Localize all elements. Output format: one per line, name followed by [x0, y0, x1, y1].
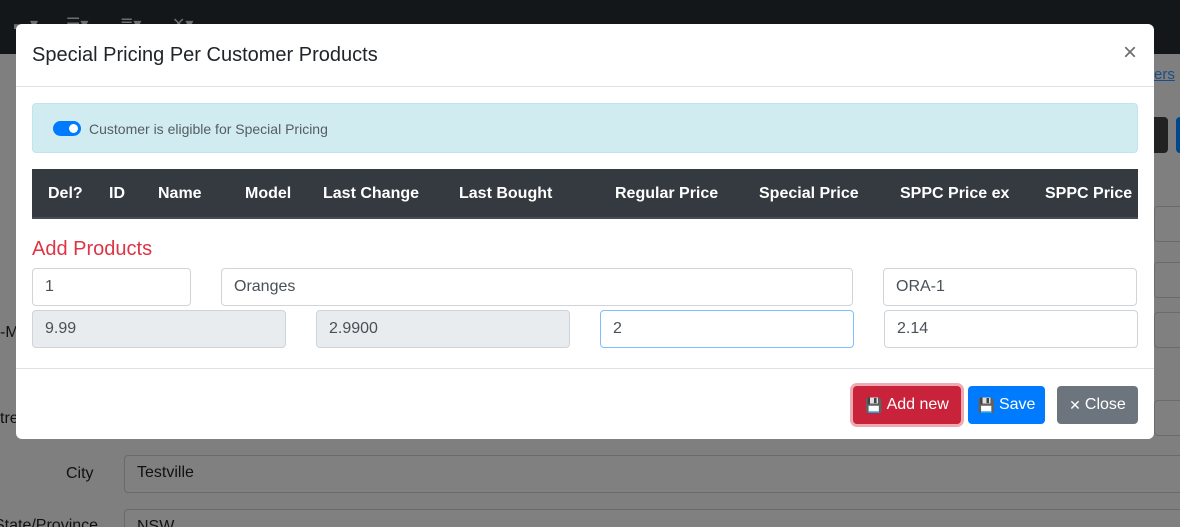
column-header-model[interactable]: Model — [245, 185, 291, 203]
close-button[interactable]: ✕ Close — [1057, 386, 1138, 424]
product-name-input[interactable]: Oranges — [221, 268, 853, 306]
modal-header: Special Pricing Per Customer Products × — [16, 24, 1154, 87]
special-price-input[interactable]: 2 — [600, 310, 854, 348]
column-header-sppc-price-ex[interactable]: SPPC Price ex — [900, 185, 1009, 203]
column-header-special-price[interactable]: Special Price — [759, 185, 859, 203]
background-blue-button[interactable] — [1176, 117, 1180, 153]
times-icon: ✕ — [1069, 396, 1081, 413]
column-header-last-change[interactable]: Last Change — [323, 185, 419, 203]
eligibility-toggle[interactable] — [53, 121, 81, 136]
column-header-del[interactable]: Del? — [48, 185, 83, 203]
background-link[interactable]: ers — [1154, 66, 1175, 83]
modal-title: Special Pricing Per Customer Products — [32, 44, 378, 66]
state-label: State/Province — [0, 517, 99, 527]
save-icon: 💾 — [865, 396, 883, 413]
eligibility-alert: Customer is eligible for Special Pricing — [32, 103, 1138, 153]
save-icon: 💾 — [977, 396, 995, 413]
city-input[interactable]: Testville — [124, 455, 1180, 493]
city-label: City — [66, 465, 94, 482]
eligibility-label: Customer is eligible for Special Pricing — [89, 121, 328, 137]
state-input[interactable]: NSW — [124, 509, 1180, 527]
background-input[interactable] — [1154, 312, 1180, 348]
save-label: Save — [998, 396, 1036, 413]
product-model-input[interactable]: ORA-1 — [883, 268, 1137, 306]
column-header-id[interactable]: ID — [109, 185, 125, 203]
background-input[interactable] — [1154, 400, 1180, 436]
background-input[interactable] — [1154, 206, 1180, 242]
modal-footer: 💾 Add new 💾 Save ✕ Close — [16, 368, 1154, 439]
column-header-last-bought[interactable]: Last Bought — [459, 185, 552, 203]
add-new-label: Add new — [886, 396, 949, 413]
special-pricing-modal: Special Pricing Per Customer Products × … — [16, 24, 1154, 439]
close-label: Close — [1084, 396, 1126, 413]
last-price-input: 2.9900 — [316, 310, 570, 348]
pricing-table-header: Del? ID Name Model Last Change Last Boug… — [32, 169, 1138, 219]
add-new-button[interactable]: 💾 Add new — [853, 386, 961, 424]
column-header-regular-price[interactable]: Regular Price — [615, 185, 718, 203]
column-header-sppc-price[interactable]: SPPC Price — [1045, 185, 1132, 203]
regular-price-input: 9.99 — [32, 310, 286, 348]
toggle-knob — [69, 124, 78, 133]
close-icon[interactable]: × — [1123, 41, 1137, 65]
column-header-name[interactable]: Name — [158, 185, 202, 203]
background-input[interactable] — [1154, 262, 1180, 298]
add-products-title: Add Products — [32, 238, 153, 260]
sppc-price-input[interactable]: 2.14 — [884, 310, 1138, 348]
product-id-input[interactable]: 1 — [32, 268, 191, 306]
save-button[interactable]: 💾 Save — [968, 386, 1045, 424]
